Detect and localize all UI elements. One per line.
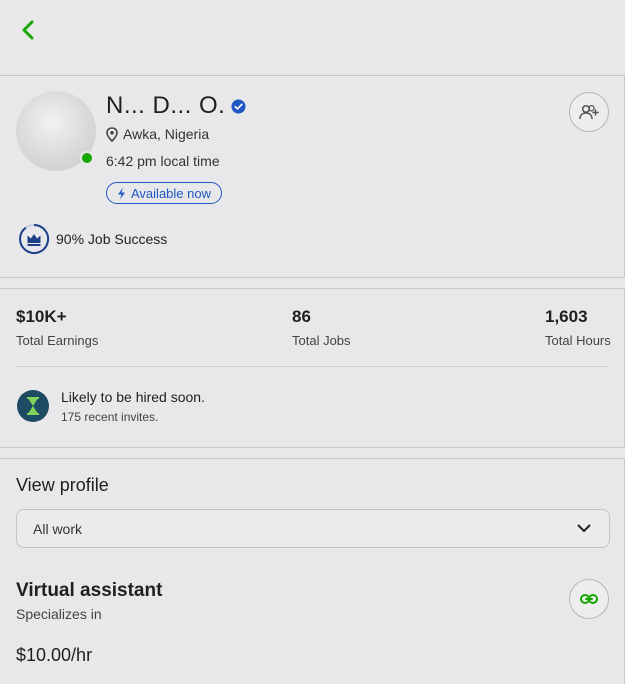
total-jobs-label: Total Jobs [292, 333, 351, 348]
location-text: Awka, Nigeria [123, 126, 210, 142]
available-now-badge[interactable]: Available now [106, 182, 222, 204]
link-icon [580, 594, 598, 604]
available-now-label: Available now [131, 185, 211, 201]
avatar-container [16, 91, 96, 171]
work-category-select[interactable]: All work [16, 509, 610, 548]
total-earnings-value: $10K+ [16, 307, 67, 326]
stat-total-earnings: $10K+ Total Earnings [16, 307, 98, 348]
view-profile-title: View profile [16, 475, 109, 495]
hourly-rate: $10.00/hr [16, 645, 93, 665]
invite-to-job-button[interactable] [569, 92, 609, 132]
hourglass-icon [17, 390, 49, 422]
recent-invites-text: 175 recent invites. [61, 410, 159, 424]
profile-card: N... D... O. Awka, Nigeria 6:42 pm local… [0, 75, 625, 343]
location-row: Awka, Nigeria [106, 126, 209, 142]
back-arrow-icon [22, 20, 34, 40]
work-category-value: All work [33, 520, 83, 537]
lightning-icon [118, 187, 125, 199]
stat-total-jobs: 86 Total Jobs [292, 307, 351, 348]
stats-divider [16, 366, 609, 367]
copy-link-button[interactable] [569, 579, 609, 619]
online-status-dot [80, 151, 94, 165]
total-hours-value: 1,603 [545, 307, 588, 326]
crown-icon [19, 223, 50, 254]
stats-card: $10K+ Total Earnings 86 Total Jobs 1,603… [0, 288, 625, 448]
total-jobs-value: 86 [292, 307, 311, 326]
specialty-subtitle: Specializes in [16, 606, 102, 622]
add-user-icon [579, 104, 599, 120]
specialty-title: Virtual assistant [16, 580, 163, 601]
job-success-text: 90% Job Success [56, 231, 168, 247]
freelancer-name: N... D... O. [106, 92, 226, 119]
stat-total-hours: 1,603 Total Hours [545, 307, 611, 348]
total-earnings-label: Total Earnings [16, 333, 99, 348]
job-success-row: 90% Job Success [18, 223, 167, 255]
back-button[interactable] [14, 16, 42, 44]
verified-badge-icon [231, 98, 246, 114]
hire-likelihood-title: Likely to be hired soon. [61, 389, 205, 405]
name-row: N... D... O. [106, 92, 246, 120]
location-pin-icon [106, 126, 118, 142]
total-hours-label: Total Hours [545, 333, 611, 348]
chevron-down-icon [577, 524, 591, 532]
local-time: 6:42 pm local time [106, 153, 220, 169]
view-profile-card: View profile All work Virtual assistant … [0, 458, 625, 684]
